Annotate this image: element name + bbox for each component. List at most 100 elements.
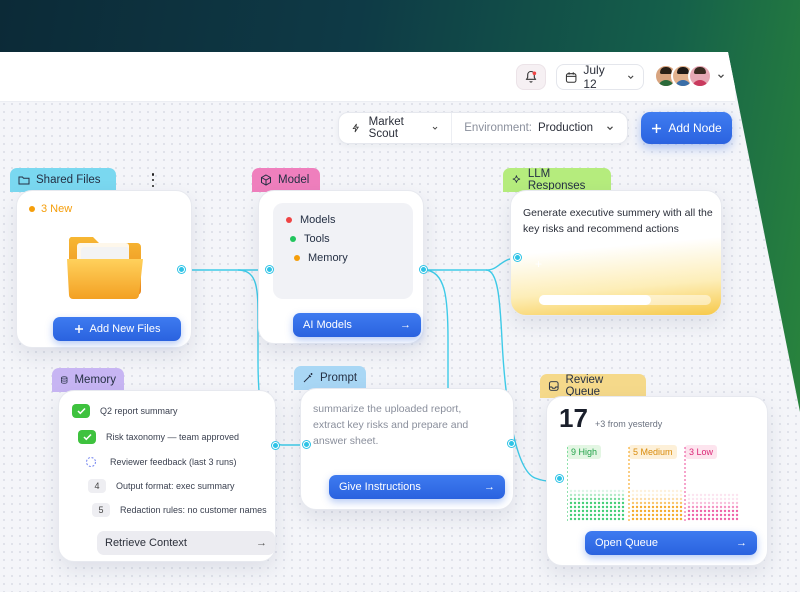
input-port[interactable] — [272, 442, 279, 449]
node-options-icon[interactable] — [150, 173, 156, 187]
model-list-item[interactable]: Models — [286, 210, 348, 229]
queue-dot — [723, 513, 727, 517]
memory-tag[interactable]: Memory — [52, 368, 124, 392]
status-dot — [286, 216, 292, 223]
add-new-files-label: Add New Files — [89, 323, 161, 335]
queue-dot — [675, 501, 679, 505]
progress-fill — [539, 295, 651, 305]
queue-dot — [631, 501, 635, 505]
status-dot — [290, 235, 296, 242]
agent-selector[interactable]: Market Scout — [339, 113, 453, 143]
llm-responses-tag[interactable]: LLM Responses — [503, 168, 611, 192]
queue-dot — [667, 505, 671, 509]
queue-dot — [613, 493, 617, 497]
add-node-button[interactable]: Add Node — [641, 112, 732, 144]
queue-dot — [723, 509, 727, 513]
date-picker[interactable]: July 12 — [556, 63, 644, 91]
queue-dot — [613, 513, 617, 517]
model-list-item[interactable]: Tools — [290, 229, 348, 248]
queue-dot — [601, 493, 605, 497]
queue-dot — [631, 493, 635, 497]
queue-dot — [691, 493, 695, 497]
queue-dot — [707, 505, 711, 509]
environment-selector[interactable]: Environment: Production — [452, 122, 627, 134]
queue-dot — [585, 497, 589, 501]
queue-dot — [719, 517, 723, 521]
team-avatars[interactable] — [654, 64, 726, 88]
model-tag[interactable]: Model — [252, 168, 320, 192]
queue-dot — [731, 513, 735, 517]
queue-dot — [691, 513, 695, 517]
queue-dot — [577, 493, 581, 497]
model-item-label: Tools — [304, 232, 330, 245]
retrieve-context-button[interactable]: Retrieve Context → — [97, 531, 275, 555]
queue-dot — [655, 517, 659, 521]
queue-dot — [723, 501, 727, 505]
queue-dot — [609, 489, 613, 493]
prompt-tag[interactable]: Prompt — [294, 366, 366, 390]
memory-item[interactable]: Q2 report summary — [72, 404, 178, 418]
review-queue-tag[interactable]: Review Queue — [540, 374, 646, 398]
queue-dot — [655, 493, 659, 497]
queue-dot — [695, 501, 699, 505]
queue-dot — [731, 497, 735, 501]
queue-dot — [593, 509, 597, 513]
input-port[interactable] — [514, 254, 521, 261]
queue-dot — [613, 489, 617, 493]
queue-dot — [687, 513, 691, 517]
memory-item[interactable]: Risk taxonomy — team approved — [78, 430, 239, 444]
status-dot — [294, 254, 300, 261]
model-list-item[interactable]: Memory — [294, 248, 348, 267]
memory-item[interactable]: Reviewer feedback (last 3 runs) — [82, 455, 237, 469]
input-port[interactable] — [303, 441, 310, 448]
plus-icon — [652, 123, 662, 133]
queue-dot — [663, 489, 667, 493]
queue-dot — [585, 509, 589, 513]
queue-dot — [609, 505, 613, 509]
input-port[interactable] — [266, 266, 273, 273]
queue-dot — [635, 505, 639, 509]
output-port[interactable] — [178, 266, 185, 273]
queue-dot — [635, 517, 639, 521]
memory-item[interactable]: 5 Redaction rules: no customer names — [92, 503, 267, 517]
queue-dot — [631, 509, 635, 513]
queue-dot — [577, 489, 581, 493]
memory-title: Memory — [74, 374, 116, 386]
input-port[interactable] — [556, 475, 563, 482]
output-port[interactable] — [420, 266, 427, 273]
plus-icon — [74, 325, 83, 333]
step-number: 4 — [88, 479, 106, 493]
give-instructions-button[interactable]: Give Instructions → — [329, 475, 505, 499]
queue-dot — [651, 517, 655, 521]
open-queue-button[interactable]: Open Queue → — [585, 531, 757, 555]
queue-dot — [589, 517, 593, 521]
sparkle-decor: + — [535, 257, 543, 271]
add-new-files-button[interactable]: Add New Files — [53, 317, 181, 341]
queue-dot — [671, 505, 675, 509]
progress-bar — [539, 295, 711, 305]
queue-dot — [597, 509, 601, 513]
queue-dot — [631, 517, 635, 521]
queue-dot — [609, 509, 613, 513]
queue-dot — [735, 493, 739, 497]
queue-dot — [699, 493, 703, 497]
queue-dot — [659, 489, 663, 493]
ai-models-button[interactable]: AI Models → — [293, 313, 421, 337]
queue-dot — [695, 513, 699, 517]
queue-dot — [651, 497, 655, 501]
open-queue-label: Open Queue — [595, 537, 658, 549]
output-port[interactable] — [508, 440, 515, 447]
llm-response-text: Generate executive summery with all the … — [523, 207, 713, 235]
queue-dot — [585, 505, 589, 509]
queue-dot — [647, 513, 651, 517]
queue-dot — [617, 509, 621, 513]
chevron-down-icon[interactable] — [716, 71, 726, 81]
queue-dot — [597, 493, 601, 497]
memory-item[interactable]: 4 Output format: exec summary — [88, 479, 235, 493]
queue-dot — [715, 501, 719, 505]
queue-dot — [577, 505, 581, 509]
priority-distribution — [567, 447, 739, 521]
notifications-button[interactable] — [516, 64, 546, 90]
queue-dot — [621, 489, 625, 493]
shared-files-tag[interactable]: Shared Files — [10, 168, 116, 192]
